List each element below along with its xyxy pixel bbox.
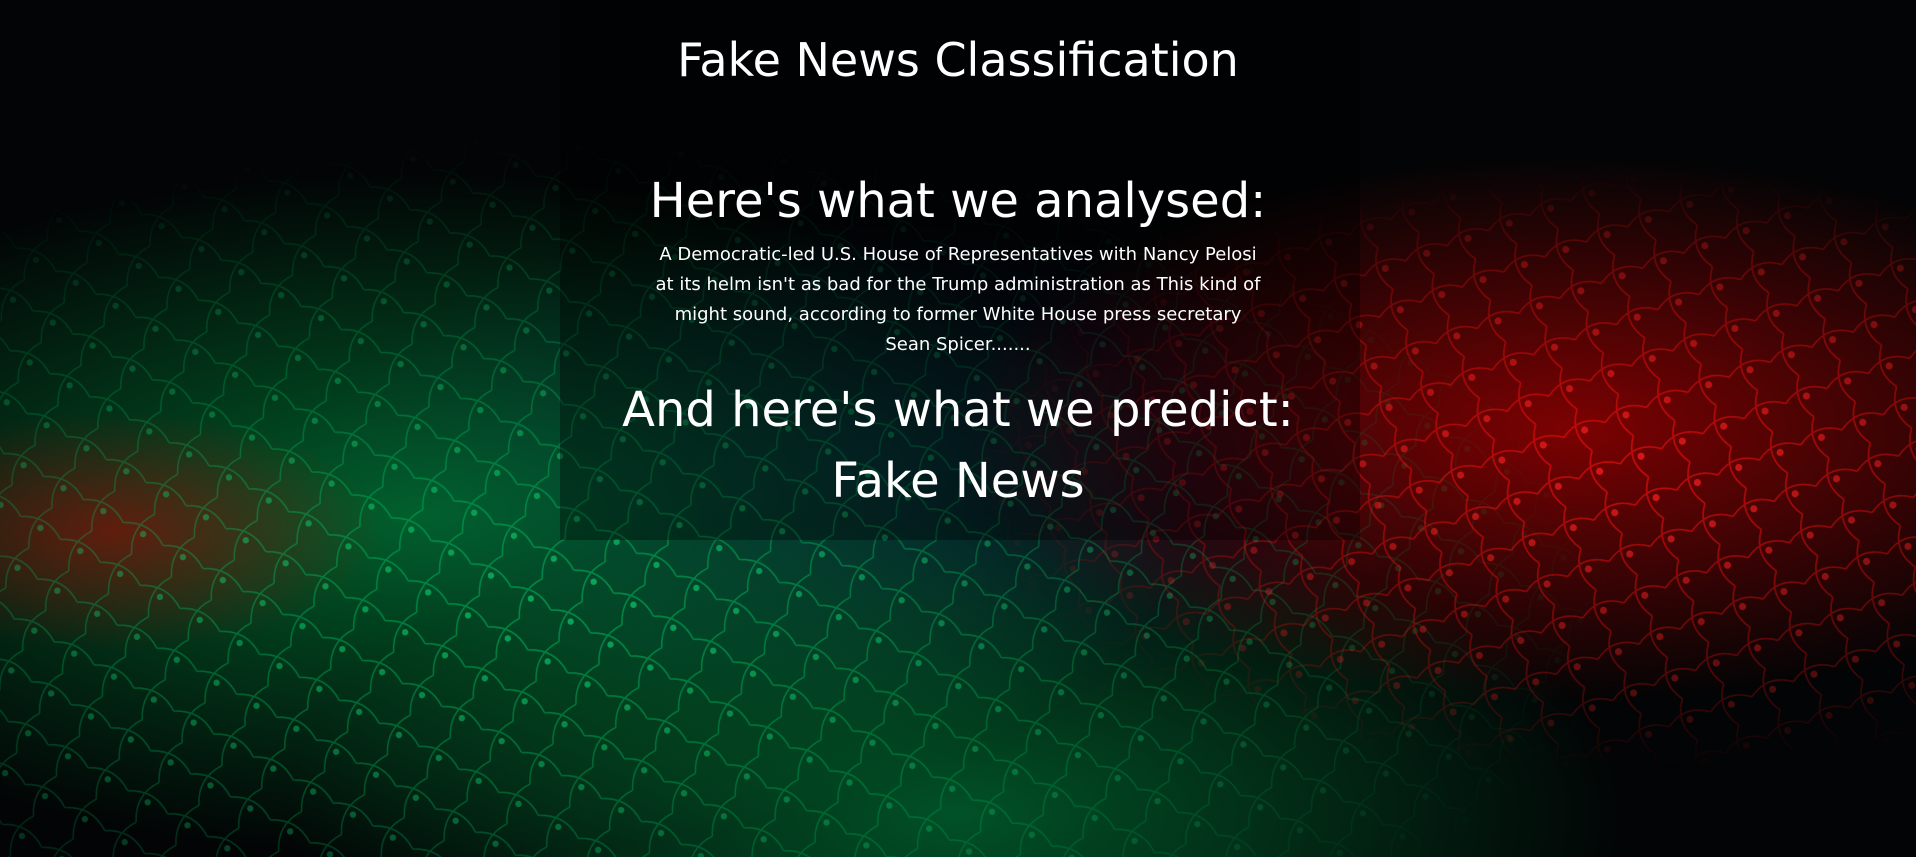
prediction-heading: And here's what we predict: — [622, 382, 1294, 438]
analysed-text: A Democratic-led U.S. House of Represent… — [655, 244, 1261, 355]
main-content: Fake News Classification Here's what we … — [0, 0, 1916, 857]
page-title: Fake News Classification — [677, 33, 1239, 87]
analysed-heading: Here's what we analysed: — [649, 173, 1267, 229]
prediction-result: Fake News — [831, 453, 1085, 509]
page: Fake News Classification Here's what we … — [0, 0, 1916, 857]
